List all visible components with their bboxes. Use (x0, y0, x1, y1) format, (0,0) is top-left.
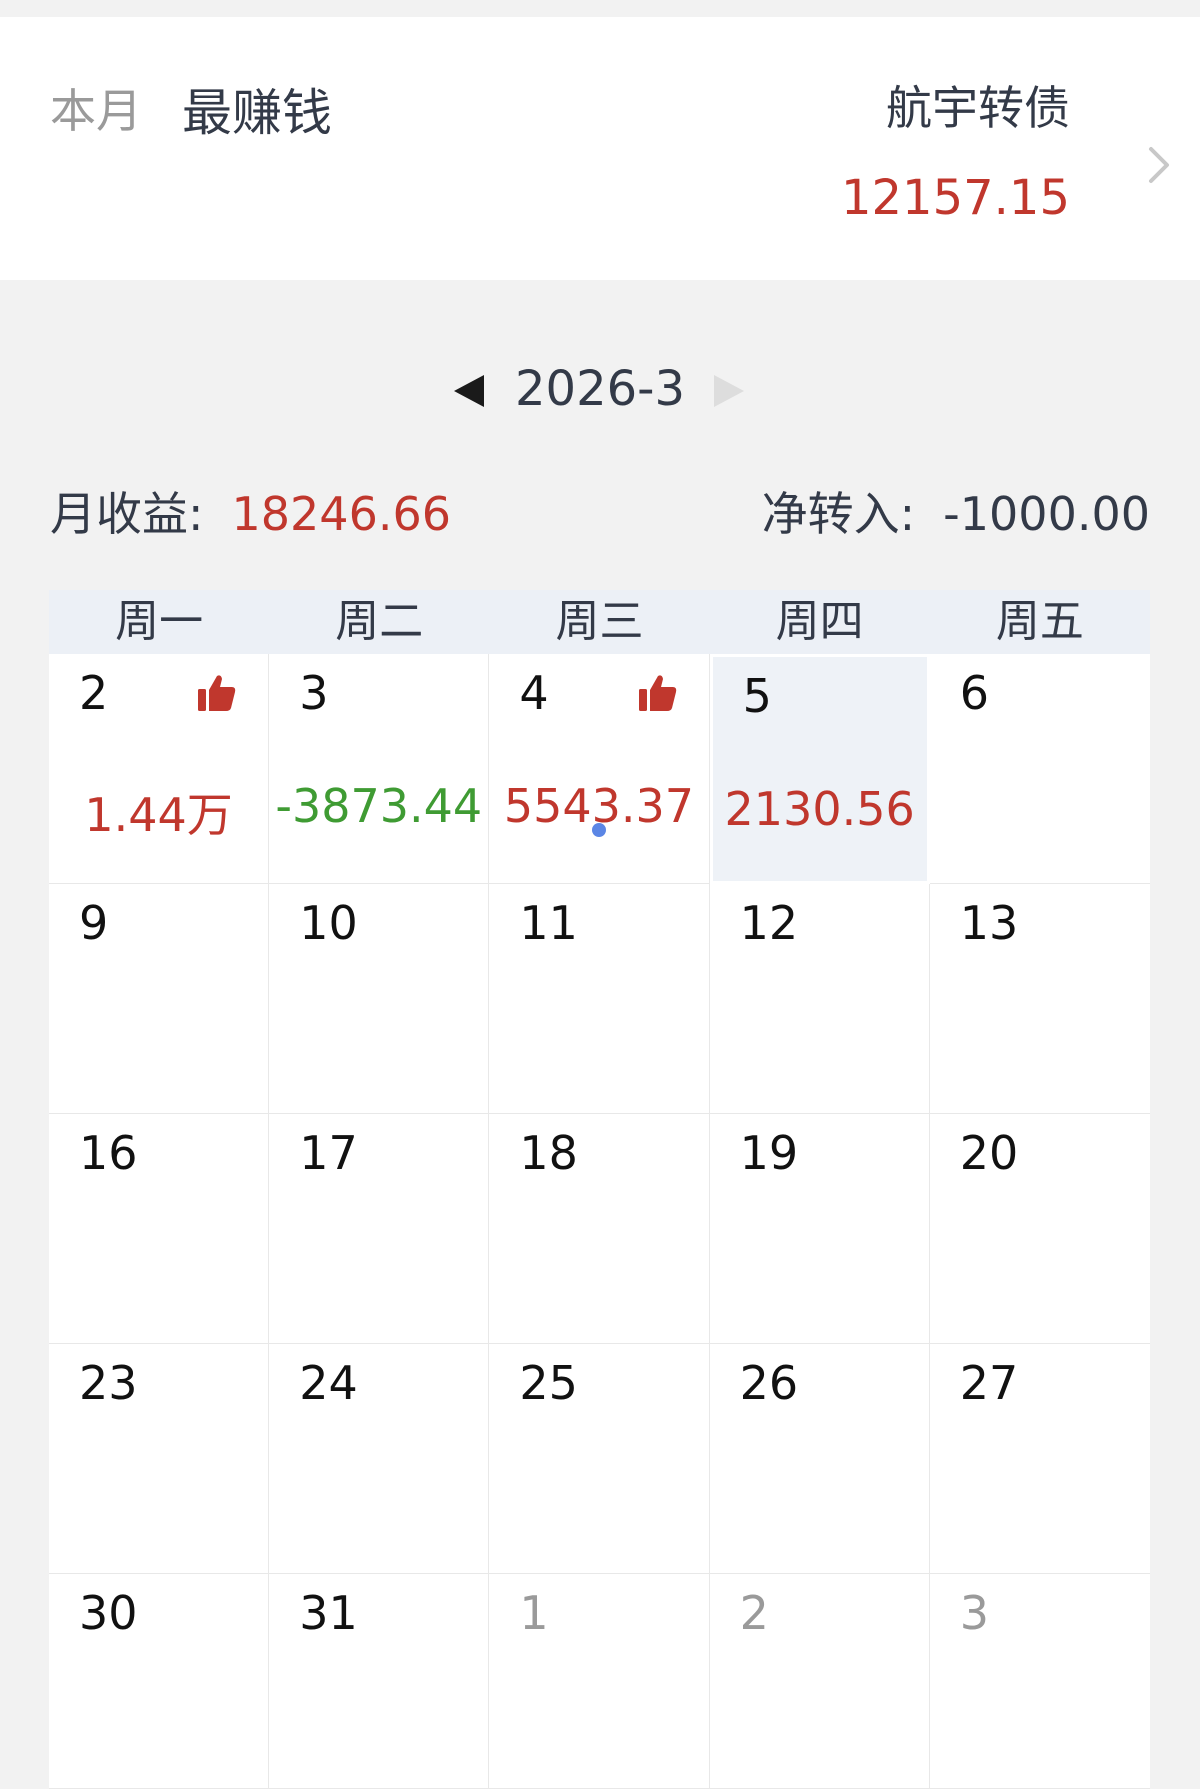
weekday-mon: 周一 (115, 596, 204, 647)
weekday-wed: 周三 (555, 596, 644, 647)
calendar-day-cell[interactable]: 2 1.44万 (49, 654, 270, 884)
top-earner-card[interactable]: 本月 最赚钱 航宇转债 12157.15 (0, 17, 1200, 280)
top-earner-name: 航宇转债 (886, 81, 1070, 135)
weekday-header: 周一 周二 周三 周四 周五 (49, 590, 1150, 654)
top-earner-value: 12157.15 (840, 170, 1070, 226)
day-number: 25 (519, 1356, 578, 1410)
day-number: 11 (519, 896, 578, 950)
calendar-day-cell[interactable]: 1 (489, 1574, 710, 1789)
day-number: 5 (742, 669, 772, 723)
calendar-day-cell[interactable]: 31 (269, 1574, 490, 1789)
calendar-day-cell[interactable]: 23 (49, 1344, 270, 1574)
net-transfer-value: -1000.00 (943, 487, 1150, 541)
profit-calendar: 周一 周二 周三 周四 周五 2 1.44万 3 -3873.44 4 5543.37 5 2… (49, 590, 1150, 1789)
thumbs-up-icon (637, 672, 679, 714)
day-number: 3 (959, 1586, 990, 1640)
day-number: 18 (519, 1126, 578, 1180)
calendar-day-cell[interactable]: 12 (709, 884, 930, 1114)
calendar-day-cell[interactable]: 16 (49, 1114, 270, 1344)
calendar-day-cell[interactable]: 5 2130.56 (709, 654, 930, 884)
calendar-day-cell[interactable]: 19 (709, 1114, 930, 1344)
calendar-day-cell[interactable]: 6 (929, 654, 1150, 884)
thumbs-up-icon (196, 672, 238, 714)
calendar-day-cell[interactable]: 9 (49, 884, 270, 1114)
day-profit-value: -3873.44 (275, 779, 483, 833)
calendar-day-cell[interactable]: 30 (49, 1574, 270, 1789)
calendar-day-cell[interactable]: 25 (489, 1344, 710, 1574)
day-number: 6 (959, 666, 990, 720)
day-profit-value: 1.44万 (84, 788, 233, 842)
month-navigator: 2026-3 (0, 355, 1200, 425)
calendar-day-cell[interactable]: 18 (489, 1114, 710, 1344)
card-title: 最赚钱 (182, 84, 332, 142)
day-number: 1 (519, 1586, 549, 1640)
day-number: 31 (299, 1586, 358, 1640)
day-number: 27 (959, 1356, 1019, 1410)
calendar-grid: 2 1.44万 3 -3873.44 4 5543.37 5 2130.56 6 9 10 11 12 1… (49, 654, 1150, 1789)
calendar-week-row: 2 1.44万 3 -3873.44 4 5543.37 5 2130.56 6 (49, 654, 1150, 884)
day-number: 19 (739, 1126, 799, 1180)
weekday-thu: 周四 (775, 596, 864, 647)
calendar-day-cell[interactable]: 17 (269, 1114, 490, 1344)
calendar-day-cell[interactable]: 11 (489, 884, 710, 1114)
calendar-week-row: 9 10 11 12 13 (49, 884, 1150, 1114)
day-number: 16 (79, 1126, 138, 1180)
calendar-day-cell[interactable]: 26 (709, 1344, 930, 1574)
day-number: 12 (739, 896, 799, 950)
day-number: 24 (299, 1356, 358, 1410)
calendar-day-cell[interactable]: 2 (709, 1574, 930, 1789)
day-number: 2 (79, 666, 109, 720)
calendar-week-row: 30 31 1 2 3 (49, 1574, 1150, 1789)
calendar-day-cell[interactable]: 27 (929, 1344, 1150, 1574)
calendar-week-row: 16 17 18 19 20 (49, 1114, 1150, 1344)
top-strip (0, 0, 1200, 17)
day-number: 10 (299, 896, 358, 950)
day-number: 20 (959, 1126, 1019, 1180)
day-number: 30 (79, 1586, 138, 1640)
day-number: 23 (79, 1356, 138, 1410)
calendar-day-cell[interactable]: 4 5543.37 (489, 654, 710, 884)
day-number: 9 (79, 896, 109, 950)
day-number: 3 (299, 666, 329, 720)
calendar-day-cell[interactable]: 20 (929, 1114, 1150, 1344)
next-month-icon[interactable] (712, 371, 748, 411)
weekday-fri: 周五 (995, 596, 1084, 647)
day-number: 13 (959, 896, 1019, 950)
calendar-day-cell[interactable]: 13 (929, 884, 1150, 1114)
day-number: 2 (739, 1586, 769, 1640)
calendar-day-cell[interactable]: 3 -3873.44 (269, 654, 490, 884)
calendar-day-cell[interactable]: 24 (269, 1344, 490, 1574)
monthly-income-label: 月收益: (50, 487, 204, 541)
period-label: 本月 (50, 84, 142, 138)
monthly-income-value: 18246.66 (231, 487, 452, 541)
current-month: 2026-3 (514, 361, 685, 417)
net-transfer-label: 净转入: (761, 487, 916, 541)
day-number: 17 (299, 1126, 358, 1180)
calendar-day-cell[interactable]: 10 (269, 884, 490, 1114)
monthly-income: 月收益: 18246.66 (50, 478, 451, 544)
day-number: 4 (519, 666, 549, 720)
weekday-tue: 周二 (335, 596, 424, 647)
day-number: 26 (739, 1356, 799, 1410)
chevron-right-icon[interactable] (1147, 145, 1171, 185)
calendar-week-row: 23 24 25 26 27 (49, 1344, 1150, 1574)
prev-month-icon[interactable] (450, 371, 486, 411)
net-transfer: 净转入: -1000.00 (762, 478, 1150, 544)
event-dot-icon (592, 822, 607, 837)
calendar-day-cell[interactable]: 3 (929, 1574, 1150, 1789)
day-profit-value: 2130.56 (724, 782, 915, 836)
